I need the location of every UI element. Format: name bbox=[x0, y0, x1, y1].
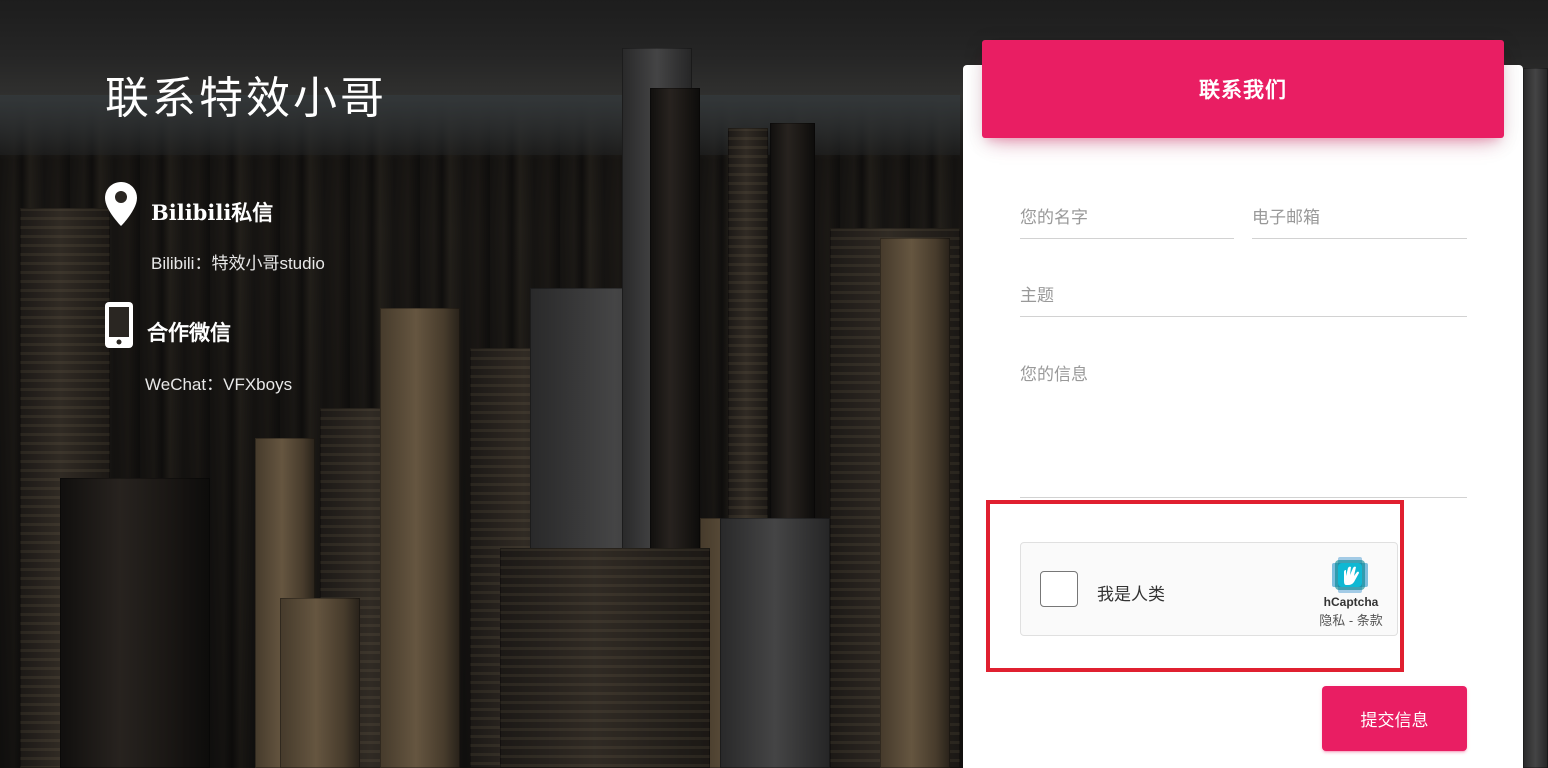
captcha-checkbox[interactable] bbox=[1040, 571, 1078, 607]
wechat-text: WeChat：VFXboys bbox=[145, 375, 293, 394]
bilibili-heading: Bilibili私信 bbox=[151, 200, 274, 225]
mobile-phone-icon bbox=[105, 302, 133, 348]
bilibili-text: Bilibili：特效小哥studio bbox=[151, 254, 325, 273]
captcha-brand: hCaptcha bbox=[1323, 595, 1379, 609]
contact-form-header: 联系我们 bbox=[982, 40, 1504, 138]
name-input[interactable] bbox=[1020, 208, 1234, 239]
map-pin-icon bbox=[105, 182, 137, 226]
contact-page: 联系特效小哥 Bilibili私信 Bilibili：特效小哥studio 合作… bbox=[0, 0, 1548, 768]
submit-button[interactable]: 提交信息 bbox=[1322, 686, 1467, 751]
captcha-label: 我是人类 bbox=[1097, 585, 1165, 604]
hcaptcha-widget: 我是人类 hCaptcha 隐私 - 条款 bbox=[1020, 542, 1398, 636]
wechat-heading: 合作微信 bbox=[147, 320, 231, 345]
site-title: 联系特效小哥 bbox=[105, 73, 387, 124]
message-textarea[interactable] bbox=[1020, 360, 1467, 498]
email-input[interactable] bbox=[1252, 208, 1467, 239]
subject-input[interactable] bbox=[1020, 286, 1467, 317]
hcaptcha-logo-icon bbox=[1332, 557, 1368, 593]
captcha-privacy-terms-links[interactable]: 隐私 - 条款 bbox=[1303, 610, 1399, 629]
